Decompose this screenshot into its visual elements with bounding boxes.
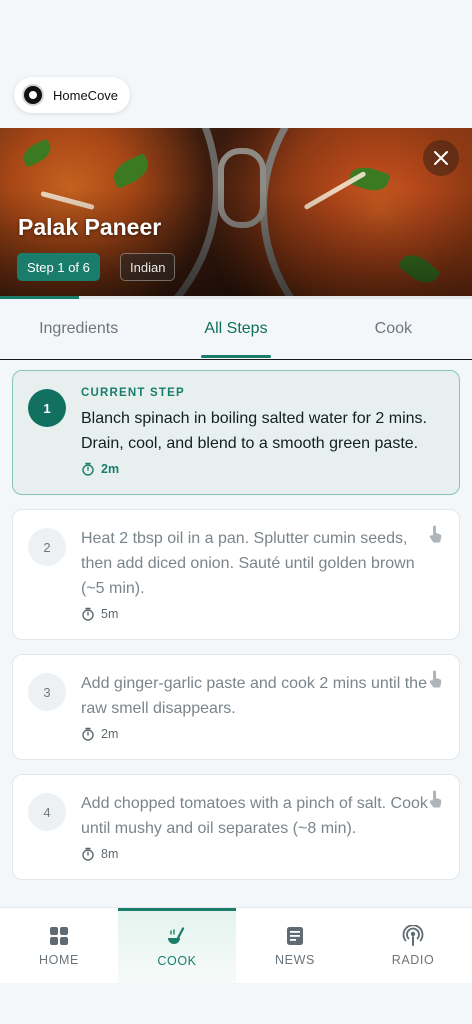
step-card-current[interactable]: 1 CURRENT STEP Blanch spinach in boiling…	[12, 370, 460, 495]
step-text: Add ginger-garlic paste and cook 2 mins …	[81, 675, 427, 717]
nav-news-label: NEWS	[275, 952, 315, 967]
brand-pill[interactable]: HomeCove	[14, 77, 131, 113]
tap-hand-icon	[429, 525, 442, 543]
brand-name: HomeCove	[53, 87, 119, 103]
podcast-icon	[402, 924, 424, 946]
ladle-icon	[168, 927, 185, 944]
step-duration: 5m	[101, 607, 119, 621]
cuisine-badge: Indian	[120, 253, 176, 281]
close-button[interactable]	[423, 140, 459, 176]
tab-ingredients[interactable]: Ingredients	[0, 299, 157, 359]
nav-radio-label: RADIO	[391, 952, 435, 967]
brand-logo-icon	[22, 84, 44, 106]
current-step-label: CURRENT STEP	[81, 387, 185, 399]
step-number: 4	[28, 793, 66, 831]
recipe-title: Palak Paneer	[18, 214, 162, 240]
step-timer: 2m	[81, 462, 439, 476]
nav-news[interactable]: NEWS	[236, 908, 354, 983]
step-number: 1	[28, 389, 66, 427]
tab-cook[interactable]: Cook	[315, 299, 472, 359]
tap-hand-icon	[429, 670, 442, 688]
step-card[interactable]: 3 Add ginger-garlic paste and cook 2 min…	[12, 654, 460, 760]
step-card[interactable]: 4 Add chopped tomatoes with a pinch of s…	[12, 774, 460, 880]
nav-radio[interactable]: RADIO	[354, 908, 472, 983]
stopwatch-icon	[82, 462, 94, 476]
grid-icon	[50, 926, 68, 945]
step-timer: 2m	[81, 727, 429, 741]
tab-all-steps[interactable]: All Steps	[157, 299, 314, 359]
step-timer: 5m	[81, 607, 429, 621]
step-text: Add chopped tomatoes with a pinch of sal…	[81, 795, 428, 837]
hero-shade	[0, 188, 472, 298]
close-icon	[434, 151, 448, 165]
step-card[interactable]: 2 Heat 2 tbsp oil in a pan. Splutter cum…	[12, 509, 460, 640]
step-text: Heat 2 tbsp oil in a pan. Splutter cumin…	[81, 530, 415, 597]
nav-home-label: HOME	[39, 952, 79, 967]
step-duration: 8m	[101, 847, 119, 861]
nav-cook-label: COOK	[157, 954, 197, 968]
step-number: 3	[28, 673, 66, 711]
nav-cook[interactable]: COOK	[118, 908, 236, 983]
step-number: 2	[28, 528, 66, 566]
tap-hand-icon	[429, 790, 442, 808]
recipe-tabs: Ingredients All Steps Cook	[0, 299, 472, 360]
stopwatch-icon	[82, 727, 94, 741]
news-icon	[287, 926, 303, 945]
step-counter-badge: Step 1 of 6	[17, 253, 100, 281]
steps-list[interactable]: 1 CURRENT STEP Blanch spinach in boiling…	[12, 370, 460, 906]
stopwatch-icon	[82, 847, 94, 861]
step-duration: 2m	[101, 462, 120, 476]
step-duration: 2m	[101, 727, 119, 741]
nav-home[interactable]: HOME	[0, 908, 118, 983]
bottom-navigation: HOME COOK NEWS RADIO	[0, 907, 472, 983]
step-timer: 8m	[81, 847, 429, 861]
step-text: Blanch spinach in boiling salted water f…	[81, 410, 427, 452]
stopwatch-icon	[82, 607, 94, 621]
recipe-hero: Palak Paneer Step 1 of 6 Indian	[0, 128, 472, 298]
